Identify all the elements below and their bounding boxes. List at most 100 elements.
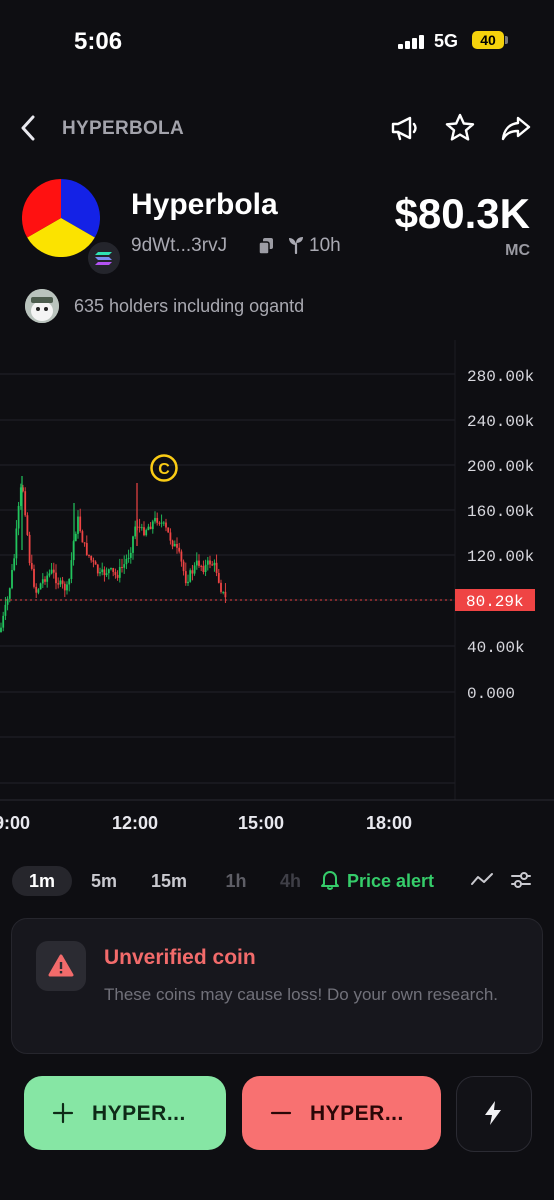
copy-icon[interactable] [259,238,273,254]
event-marker-label: C [158,461,170,478]
candle [44,579,46,582]
candle [99,572,101,574]
candle [198,560,200,566]
megaphone-icon[interactable] [388,112,420,144]
interval-1m[interactable]: 1m [12,866,72,896]
market-cap-label: MC [505,242,530,259]
candle [77,516,79,534]
status-time: 5:06 [74,28,123,55]
current-price-label: 80.29k [466,593,524,611]
candle [33,568,35,587]
candle [195,560,198,566]
candle [103,569,106,576]
warning-title: Unverified coin [104,946,256,969]
candle [202,566,205,573]
candle [74,533,77,542]
back-icon[interactable] [18,114,38,142]
candle [156,517,159,523]
candle [110,568,112,570]
candle [101,569,104,573]
candle [41,579,44,584]
candle [213,562,216,566]
candle [37,589,40,593]
bell-icon[interactable] [320,869,340,891]
y-tick-label: 240.00k [467,413,534,431]
candle [112,568,115,572]
y-tick-label: 120.00k [467,548,534,566]
token-name: Hyperbola [131,188,278,221]
candle [13,558,16,571]
candle [2,615,5,628]
candle [178,547,181,552]
holders-summary[interactable]: 635 holders including ogantd [74,296,304,317]
candle [151,521,154,530]
lightning-icon [485,1101,501,1125]
sprout-icon [289,237,303,254]
candle [224,591,227,598]
candle [50,569,53,574]
y-tick-label: 40.00k [467,639,525,657]
candle [92,560,95,562]
candle [116,574,119,578]
candle [79,516,82,532]
sell-button[interactable]: HYPER... [242,1076,441,1150]
candle [167,527,170,533]
candle [118,566,121,578]
x-tick-label: 18:00 [366,813,412,833]
candle [127,557,130,559]
candle [147,526,150,531]
candle [35,586,38,593]
candle [105,573,108,576]
candle [132,536,134,553]
price-alert-button[interactable]: Price alert [347,866,434,896]
line-chart-icon[interactable] [470,869,494,891]
page-title: HYPERBOLA [62,118,184,139]
candle [143,527,145,536]
candle [173,543,176,547]
star-icon[interactable] [444,112,476,144]
candle [200,565,203,567]
candle [162,522,165,524]
interval-15m[interactable]: 15m [140,866,198,896]
candle [187,581,189,584]
candle [61,580,64,584]
minus-icon [270,1111,292,1115]
y-tick-label: 200.00k [467,458,534,476]
candle [17,505,20,529]
interval-4h[interactable]: 4h [280,866,310,896]
y-tick-label: 160.00k [467,503,534,521]
token-address[interactable]: 9dWt...3rvJ [131,235,227,257]
candle [189,570,192,582]
network-label: 5G [434,31,459,51]
candle [114,571,117,575]
price-chart[interactable]: 280.00k 240.00k 200.00k 160.00k 120.00k 40.00… [0,340,554,840]
candle [90,555,93,561]
candle [160,522,163,524]
candle [28,534,31,564]
token-age: 10h [309,235,341,256]
candle [30,563,33,569]
candle [94,561,97,565]
candle [191,570,194,574]
buy-button[interactable]: HYPER... [24,1076,226,1150]
candle [83,542,86,544]
candle [96,564,99,574]
candle [138,526,141,528]
candle [145,530,148,536]
battery-nub [505,36,508,44]
candle [220,582,222,592]
candle [11,570,13,589]
candle [169,532,172,541]
candle [217,572,220,583]
share-icon[interactable] [500,112,532,144]
settings-sliders-icon[interactable] [510,868,532,892]
candle [125,558,128,565]
x-tick-label: 15:00 [238,813,284,833]
interval-5m[interactable]: 5m [78,866,130,896]
interval-1h[interactable]: 1h [214,866,258,896]
candle [182,561,185,572]
candle [88,554,90,556]
candle [48,573,51,576]
candle [121,566,123,568]
candle [4,604,7,616]
